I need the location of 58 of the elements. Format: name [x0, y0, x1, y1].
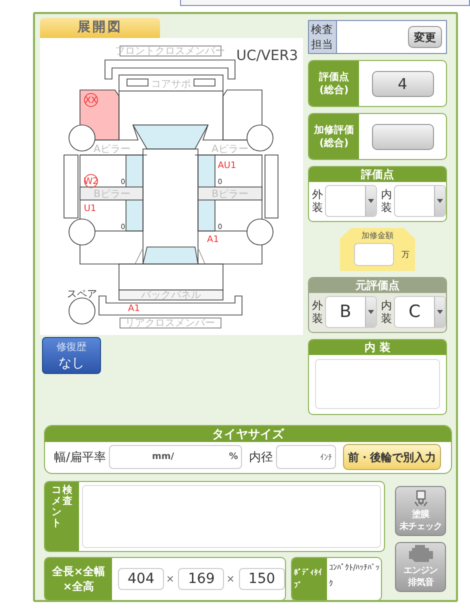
part-label: リアクロスメンバー [125, 318, 215, 329]
part-label: Aピラー [212, 144, 248, 155]
tire-size-header: タイヤサイズ [45, 426, 451, 442]
damage-mark: U1 [84, 204, 96, 214]
damage-mark: AU1 [218, 161, 236, 171]
damage-mark: XX [84, 93, 98, 107]
comment-label: コメント [52, 485, 62, 531]
part-label: バックパネル [141, 290, 201, 301]
separate-input-button[interactable]: 前・後輪で別入力 [343, 444, 442, 470]
dimension-field[interactable]: 169 [178, 568, 224, 590]
repair-history-button[interactable]: 修復歴 なし [42, 337, 101, 374]
part-label: コアサポ [151, 79, 191, 90]
overall-score-button[interactable]: 4 [372, 70, 434, 96]
diameter-label: 内径 [249, 448, 274, 466]
repair-score-label: 加修評価 (総合) [309, 114, 359, 159]
comment-label: 検査 [62, 485, 72, 509]
diameter-field[interactable]: ｲﾝﾁ [276, 445, 336, 469]
diagram-tab[interactable]: 展開図 [40, 18, 160, 38]
spray-nozzle-icon [414, 490, 428, 507]
dropdown-arrow-icon [368, 199, 374, 203]
repair-cost-field[interactable] [354, 243, 394, 266]
body-type-label: ﾎﾞﾃﾞｨﾀｲﾌﾟ [292, 558, 327, 600]
select-label: 内装 [381, 188, 393, 214]
interior-header: 内 装 [309, 340, 446, 355]
comment-field[interactable] [82, 485, 381, 548]
inspector-label: 検査担当 [309, 21, 337, 53]
dropdown-arrow-icon [437, 310, 443, 314]
version-label: UC/VER3 [236, 48, 298, 64]
engine-icon [406, 543, 434, 563]
repair-cost-label: 加修金額 [362, 230, 394, 241]
select-label: 外装 [312, 299, 324, 325]
original-score-header: 元評価点 [309, 278, 446, 293]
dimension-field[interactable]: 404 [118, 568, 164, 590]
grade-select[interactable]: C [394, 296, 446, 328]
select-label: 内装 [381, 299, 393, 325]
select-label: 外装 [312, 188, 324, 214]
grade-select[interactable] [325, 185, 377, 217]
times-sign: × [226, 574, 235, 584]
interior-notes-field[interactable] [315, 359, 440, 409]
dimension-field[interactable]: 150 [238, 568, 285, 590]
repair-score-button[interactable] [372, 124, 434, 150]
grade-select[interactable]: B [325, 296, 377, 328]
damage-mark: A1 [207, 235, 219, 245]
body-type-value: ｺﾝﾊﾟｸﾄ/ﾊｯﾁﾊﾞｯｸ [328, 562, 381, 590]
unit-label: 万 [402, 249, 410, 260]
change-button[interactable]: 変更 [408, 26, 442, 48]
score-header: 評価点 [309, 167, 446, 182]
times-sign: × [166, 574, 174, 584]
damage-mark: A1 [128, 304, 140, 314]
dimensions-label: 全長×全幅 ×全高 [45, 558, 112, 600]
part-label: Aピラー [94, 144, 130, 155]
grade-select[interactable] [394, 185, 446, 217]
dropdown-arrow-icon [437, 199, 443, 203]
overall-score-label: 評価点 (総合) [309, 61, 359, 106]
width-ratio-field[interactable]: mm/ % [109, 445, 242, 469]
part-label: スペア [67, 289, 97, 300]
dropdown-arrow-icon [368, 310, 374, 314]
width-ratio-label: 幅/扁平率 [54, 448, 106, 466]
